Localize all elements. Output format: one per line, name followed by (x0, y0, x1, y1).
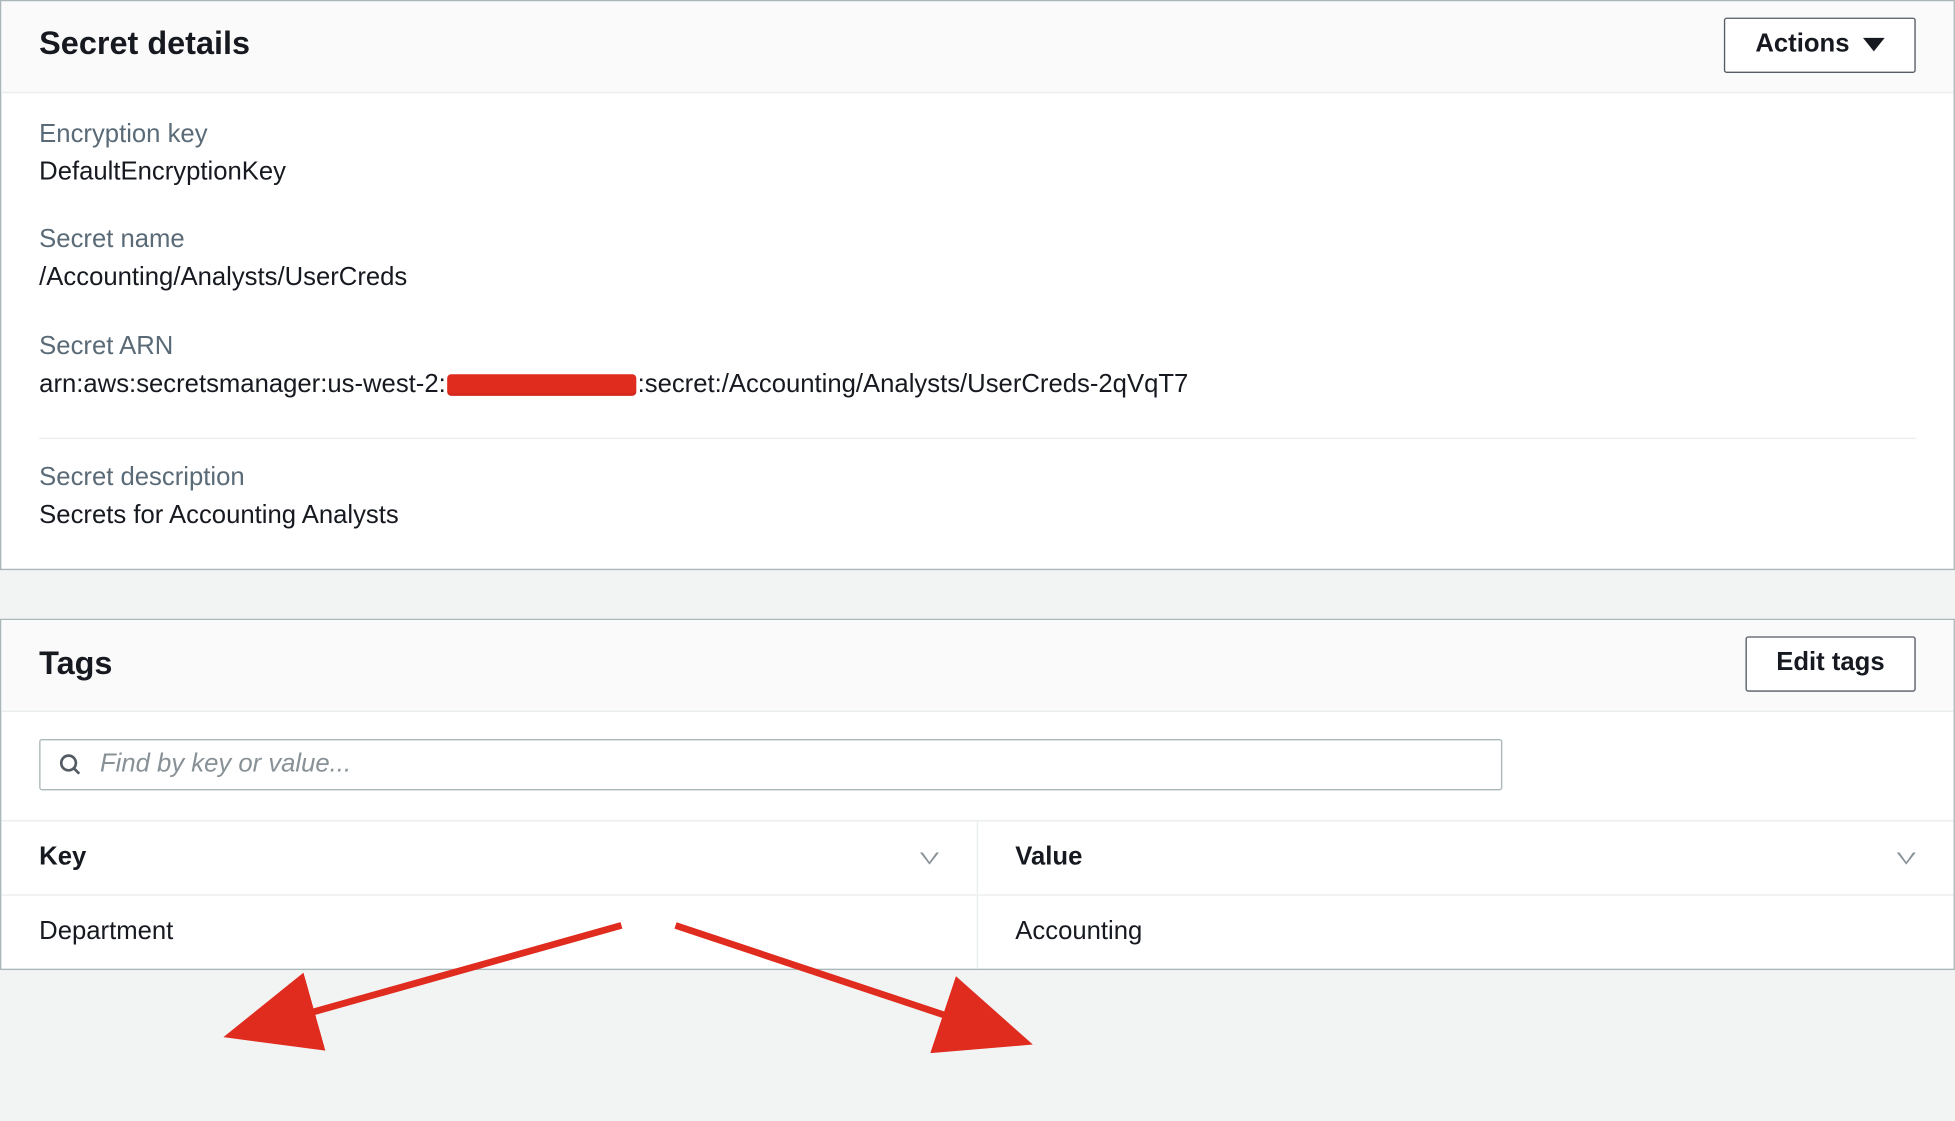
secret-description-label: Secret description (39, 463, 1916, 493)
edit-tags-button[interactable]: Edit tags (1745, 637, 1916, 692)
secret-name-label: Secret name (39, 226, 1916, 256)
secret-arn-value: arn:aws:secretsmanager:us-west-2: :secre… (39, 364, 1188, 405)
tags-search-input[interactable] (100, 750, 1485, 780)
divider (39, 438, 1916, 439)
secret-description-block: Secret description Secrets for Accountin… (39, 463, 1916, 536)
secret-details-title: Secret details (39, 26, 250, 64)
actions-button-label: Actions (1755, 30, 1849, 61)
tags-column-value-label: Value (1015, 843, 1082, 873)
tags-header: Tags Edit tags (1, 621, 1953, 713)
tags-column-value[interactable]: Value (977, 822, 1953, 895)
caret-down-icon (1863, 38, 1885, 52)
tags-column-key[interactable]: Key (1, 822, 977, 895)
secret-name-value: /Accounting/Analysts/UserCreds (39, 258, 1916, 299)
secret-arn-block: Secret ARN arn:aws:secretsmanager:us-wes… (39, 332, 1916, 405)
sort-icon (1897, 852, 1916, 864)
secret-arn-suffix: :secret:/Accounting/Analysts/UserCreds-2… (638, 364, 1189, 405)
secret-details-header: Secret details Actions (1, 1, 1953, 93)
secret-details-body: Encryption key DefaultEncryptionKey Secr… (1, 93, 1953, 569)
secret-name-block: Secret name /Accounting/Analysts/UserCre… (39, 226, 1916, 299)
secret-description-value: Secrets for Accounting Analysts (39, 496, 1916, 537)
search-icon (57, 751, 84, 778)
secret-details-panel: Secret details Actions Encryption key De… (0, 0, 1955, 571)
tag-value-cell: Accounting (977, 896, 1953, 969)
tags-search-wrap (1, 712, 1953, 801)
table-row: Department Accounting (1, 895, 1953, 969)
edit-tags-button-label: Edit tags (1776, 649, 1884, 680)
encryption-key-label: Encryption key (39, 120, 1916, 150)
tags-title: Tags (39, 645, 112, 683)
actions-button[interactable]: Actions (1724, 18, 1915, 73)
encryption-key-block: Encryption key DefaultEncryptionKey (39, 120, 1916, 193)
sort-icon (919, 852, 938, 864)
tags-column-key-label: Key (39, 843, 86, 873)
secret-arn-prefix: arn:aws:secretsmanager:us-west-2: (39, 364, 446, 405)
secret-arn-label: Secret ARN (39, 332, 1916, 362)
redacted-account-id (447, 374, 636, 396)
encryption-key-value: DefaultEncryptionKey (39, 152, 1916, 193)
tags-panel: Tags Edit tags Key Value (0, 619, 1955, 970)
tags-table-header: Key Value (1, 820, 1953, 894)
tag-key-cell: Department (1, 896, 977, 969)
tags-search-box[interactable] (39, 739, 1502, 790)
